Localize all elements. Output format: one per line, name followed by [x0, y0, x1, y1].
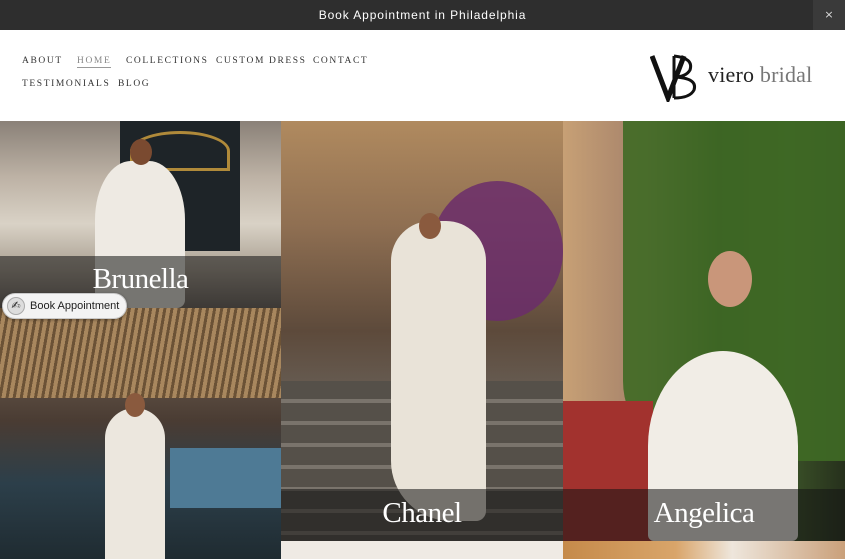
- nav-item-testimonials[interactable]: TESTIMONIALS: [22, 79, 110, 89]
- bride-head: [708, 251, 752, 307]
- nav-item-collections[interactable]: COLLECTIONS: [126, 56, 209, 66]
- collection-tile-next[interactable]: [281, 541, 563, 559]
- calendar-hand-icon: ✍: [7, 297, 25, 315]
- collection-tile-unnamed[interactable]: [0, 308, 281, 559]
- site-header: ABOUT HOME COLLECTIONS CUSTOM DRESS CONT…: [0, 30, 845, 121]
- nav-item-home[interactable]: HOME: [77, 56, 112, 68]
- close-icon[interactable]: ×: [813, 0, 845, 30]
- nav-item-custom-dress[interactable]: CUSTOM DRESS: [216, 56, 307, 66]
- collection-name-chanel[interactable]: Chanel: [281, 497, 563, 530]
- bride-figure: [105, 408, 165, 559]
- bride-head: [130, 139, 152, 165]
- bride-figure: [391, 221, 486, 521]
- logo-word-viero: viero: [708, 62, 755, 87]
- logo-monogram-text: VB: [650, 52, 652, 53]
- collection-grid: Brunella Chanel Angelica: [0, 121, 845, 559]
- collection-tile-angelica[interactable]: Angelica: [563, 121, 845, 541]
- bride-head: [125, 393, 145, 417]
- vb-monogram-logo: VB: [650, 52, 697, 102]
- announcement-text[interactable]: Book Appointment in Philadelphia: [0, 8, 845, 22]
- book-appointment-button[interactable]: ✍ Book Appointment: [2, 293, 127, 319]
- announcement-bar[interactable]: Book Appointment in Philadelphia ×: [0, 0, 845, 30]
- collection-tile-brunella[interactable]: Brunella: [0, 121, 281, 308]
- collection-name-angelica[interactable]: Angelica: [563, 497, 845, 530]
- book-appointment-label: Book Appointment: [30, 300, 120, 312]
- collection-tile-next-2[interactable]: [563, 541, 845, 559]
- sea-view: [170, 448, 281, 508]
- bride-head: [419, 213, 441, 239]
- logo-word-bridal: bridal: [759, 62, 813, 87]
- pergola-roof: [0, 308, 281, 398]
- collection-name-brunella[interactable]: Brunella: [0, 263, 281, 296]
- nav-item-contact[interactable]: CONTACT: [313, 56, 368, 66]
- nav-item-blog[interactable]: BLOG: [118, 79, 150, 89]
- site-logo[interactable]: VB viero bridal: [650, 52, 830, 102]
- logo-wordmark: viero bridal: [708, 62, 812, 88]
- nav-item-about[interactable]: ABOUT: [22, 56, 63, 66]
- collection-tile-chanel[interactable]: Chanel: [281, 121, 563, 541]
